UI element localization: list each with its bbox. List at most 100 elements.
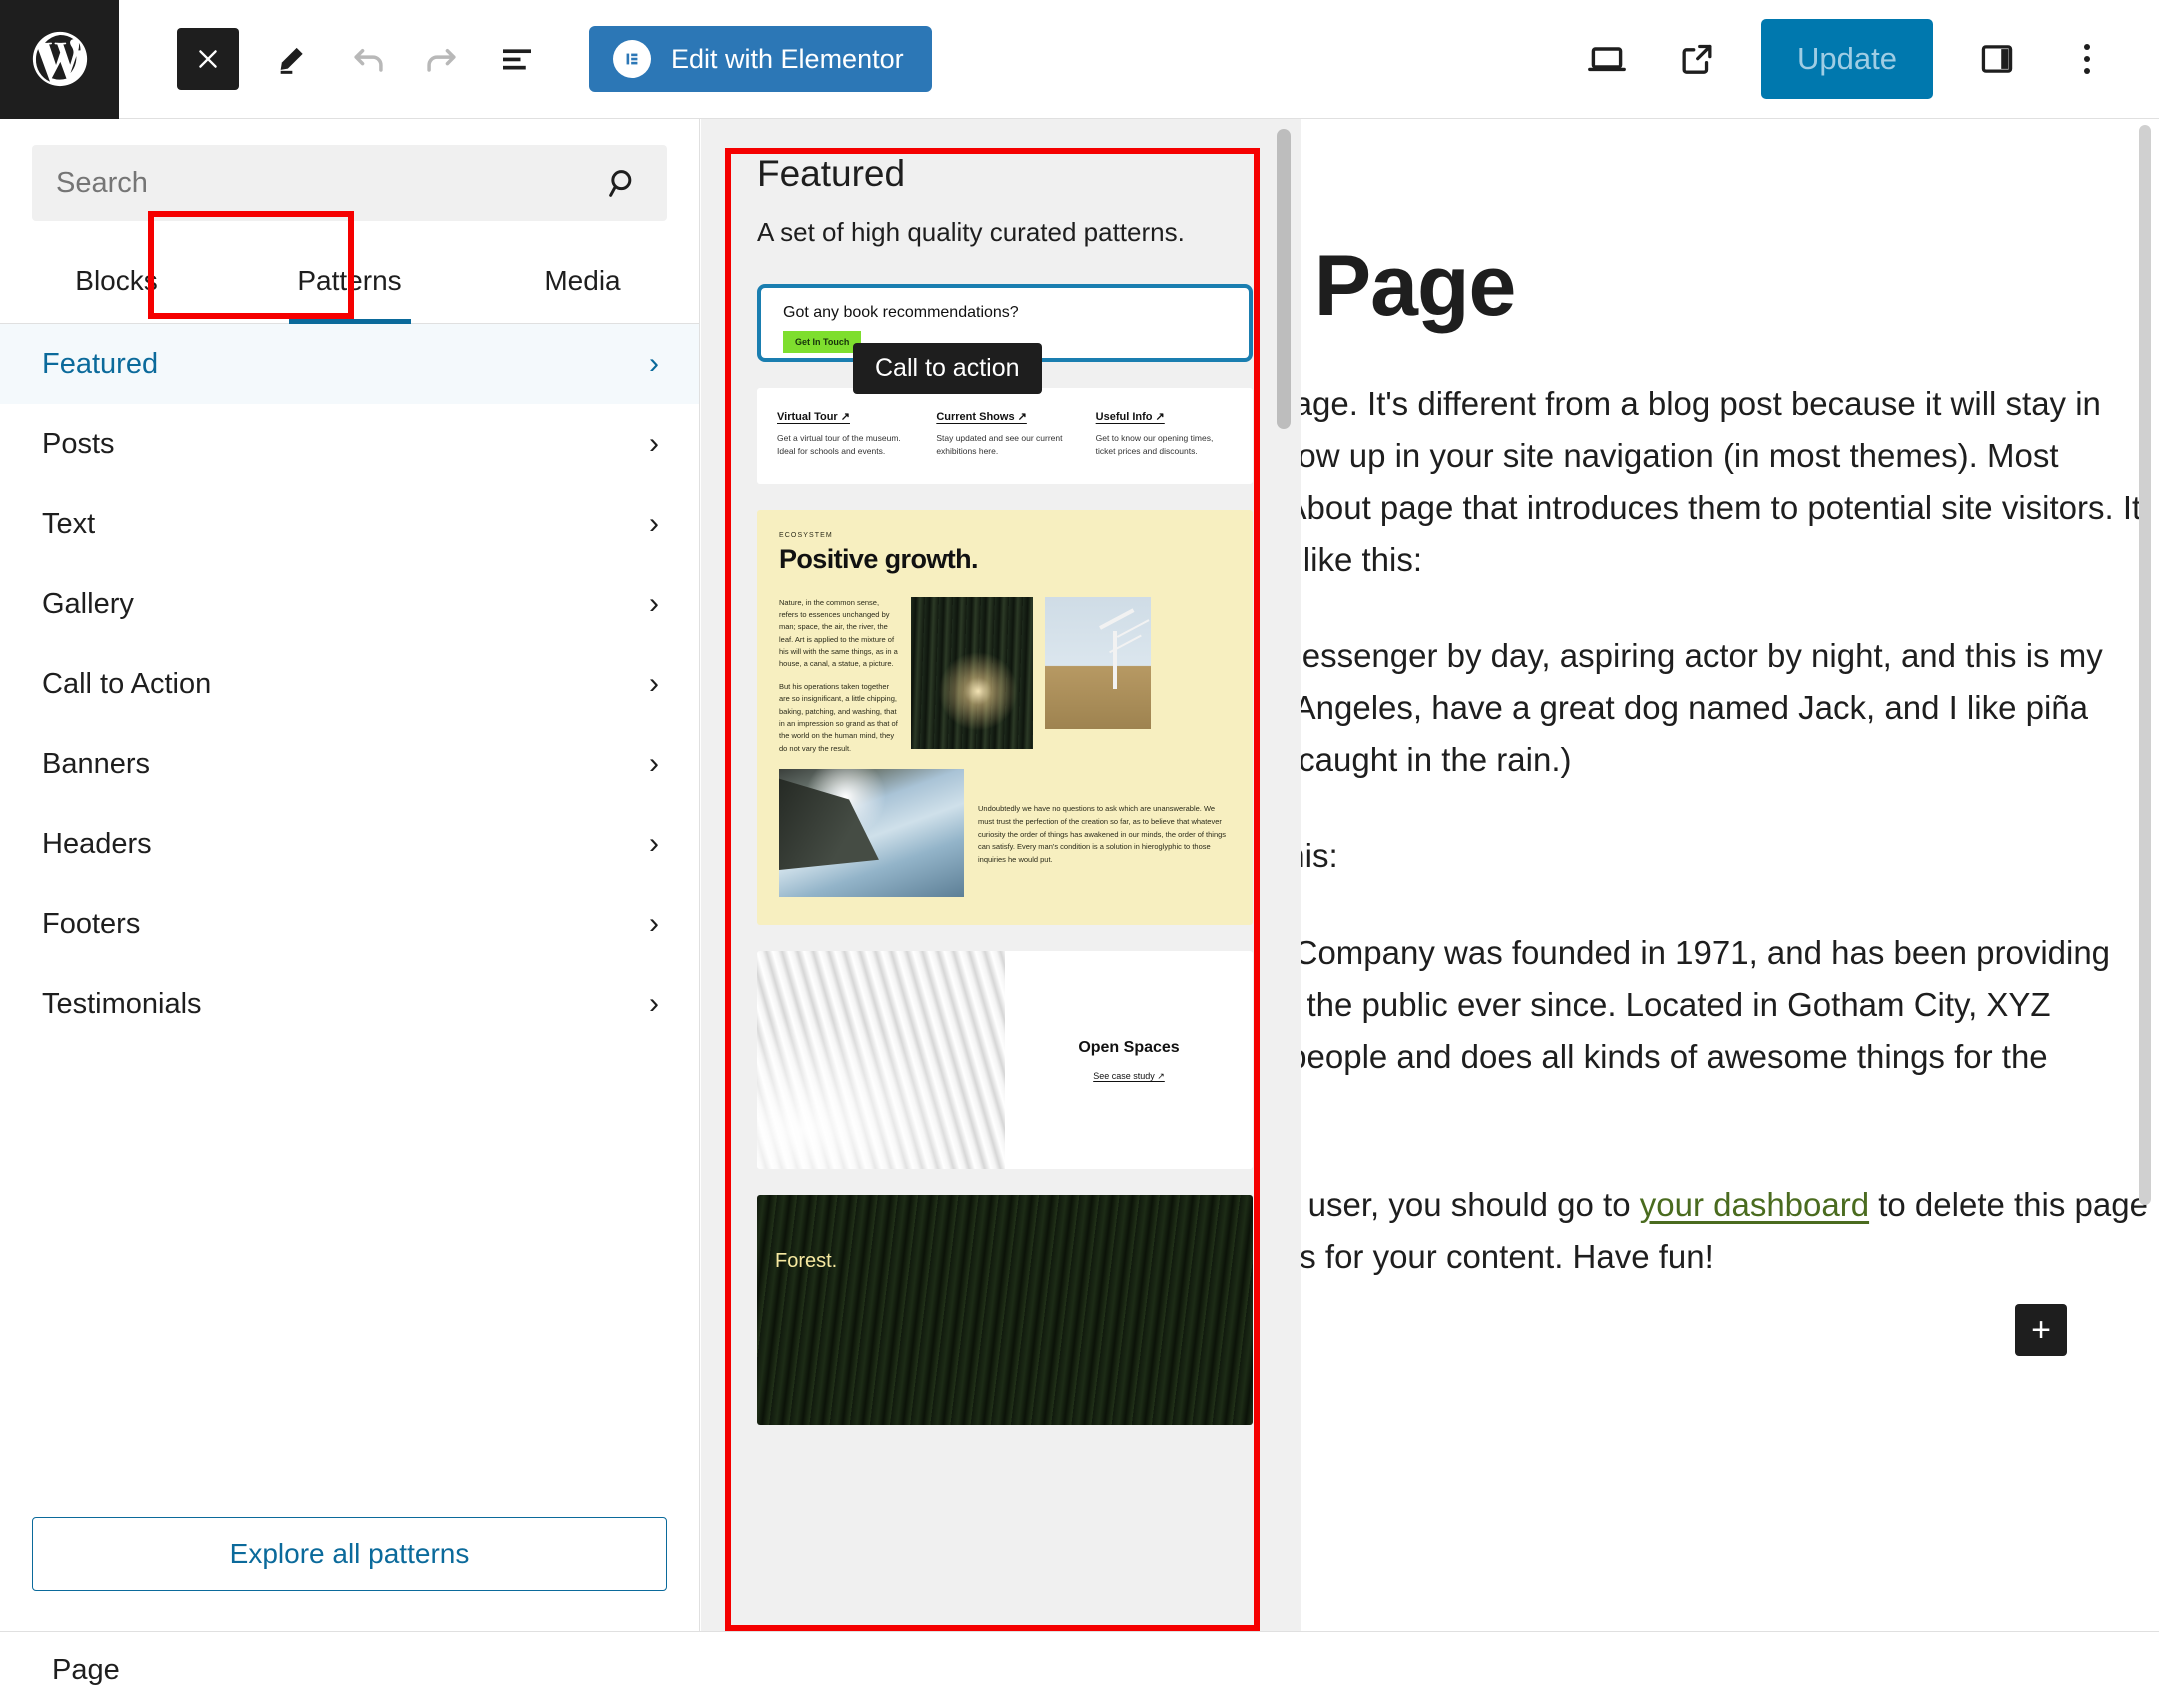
external-link-icon: [1682, 44, 1712, 74]
category-item-footers[interactable]: Footers ›: [0, 884, 699, 964]
growth-paragraph-1: Nature, in the common sense, refers to e…: [779, 597, 898, 669]
toolbar-right-group: Update: [1575, 19, 2159, 99]
category-item-testimonials[interactable]: Testimonials ›: [0, 964, 699, 1044]
redo-button[interactable]: [409, 27, 473, 91]
category-label: Gallery: [42, 587, 134, 620]
editor-root: Edit with Elementor Update Search Blocks…: [0, 0, 2159, 1708]
elementor-button-label: Edit with Elementor: [671, 43, 904, 74]
canvas-scrollbar-thumb[interactable]: [2139, 125, 2151, 1205]
category-item-featured[interactable]: Featured ›: [0, 324, 699, 404]
laptop-preview-icon: [1588, 47, 1626, 72]
explore-section: Explore all patterns: [0, 1487, 699, 1631]
canvas-paragraph[interactable]: The XYZ Doohickey Company was founded in…: [1301, 927, 2159, 1136]
pattern-card-open-spaces[interactable]: Open Spaces See case study ↗: [757, 951, 1253, 1170]
category-item-posts[interactable]: Posts ›: [0, 404, 699, 484]
pattern-category-description: A set of high quality curated patterns.: [757, 217, 1185, 247]
search-input[interactable]: [56, 166, 603, 200]
pattern-card-three-column-links[interactable]: Virtual Tour ↗ Get a virtual tour of the…: [757, 388, 1253, 484]
inserter-tabs: Blocks Patterns Media: [0, 211, 699, 324]
category-item-gallery[interactable]: Gallery ›: [0, 564, 699, 644]
link-column: Virtual Tour ↗ Get a virtual tour of the…: [777, 410, 914, 458]
chevron-right-icon: ›: [649, 827, 659, 860]
curved-architecture-image: [757, 951, 1005, 1170]
options-menu-button[interactable]: [2055, 27, 2119, 91]
category-item-call-to-action[interactable]: Call to Action ›: [0, 644, 699, 724]
pattern-card-positive-growth[interactable]: ECOSYSTEM Positive growth. Nature, in th…: [757, 509, 1253, 926]
canvas-paragraph-with-link[interactable]: As a new WordPress user, you should go t…: [1301, 1179, 2159, 1283]
explore-all-patterns-button[interactable]: Explore all patterns: [32, 1517, 667, 1591]
edit-with-elementor-button[interactable]: Edit with Elementor: [589, 26, 932, 92]
document-type-label[interactable]: Page: [52, 1654, 120, 1687]
growth-bottom-row: Undoubtedly we have no questions to ask …: [779, 769, 1231, 898]
growth-text-column: Nature, in the common sense, refers to e…: [779, 597, 899, 756]
canvas-paragraph[interactable]: This is an example page. It's different …: [1301, 378, 2159, 587]
category-label: Testimonials: [42, 987, 202, 1020]
add-block-button[interactable]: +: [2015, 1304, 2067, 1356]
pattern-category-list: Featured › Posts › Text › Gallery › Call…: [0, 324, 699, 1487]
category-item-text[interactable]: Text ›: [0, 484, 699, 564]
link-column: Current Shows ↗ Stay updated and see our…: [936, 410, 1073, 458]
elementor-logo-icon: [613, 40, 651, 78]
canvas-content: Sample Page This is an example page. It'…: [1301, 119, 2159, 1283]
category-label: Call to Action: [42, 667, 212, 700]
pencil-icon: [280, 47, 303, 74]
pattern-category-title: Featured: [757, 153, 906, 194]
pattern-panel-scrollbar-thumb[interactable]: [1277, 129, 1291, 429]
editor-canvas[interactable]: Sample Page This is an example page. It'…: [1301, 119, 2159, 1631]
undo-arrow-icon: [354, 49, 383, 72]
view-page-button[interactable]: [1665, 27, 1729, 91]
pattern-panel-scrollbar[interactable]: [1277, 129, 1291, 1621]
growth-eyebrow: ECOSYSTEM: [779, 531, 833, 539]
link-title[interactable]: Virtual Tour ↗: [777, 410, 914, 423]
tab-patterns[interactable]: Patterns: [233, 243, 466, 323]
category-label: Footers: [42, 907, 141, 940]
canvas-paragraph[interactable]: ...or something like this:: [1301, 830, 2159, 882]
list-view-button[interactable]: [485, 27, 549, 91]
redo-arrow-icon: [427, 49, 456, 72]
wordpress-logo-icon: [32, 31, 87, 87]
chevron-right-icon: ›: [649, 507, 659, 540]
category-label: Featured: [42, 347, 159, 380]
category-item-banners[interactable]: Banners ›: [0, 724, 699, 804]
editor-status-bar: Page: [0, 1631, 2159, 1708]
category-label: Banners: [42, 747, 151, 780]
canvas-paragraph[interactable]: Hi there! I'm a bike messenger by day, a…: [1301, 630, 2159, 786]
growth-title: Positive growth.: [779, 543, 979, 574]
close-icon: [199, 50, 217, 68]
cta-heading: Got any book recommendations?: [783, 304, 1019, 322]
canvas-scrollbar[interactable]: [2139, 125, 2151, 1623]
chevron-right-icon: ›: [649, 347, 659, 380]
link-title[interactable]: Current Shows ↗: [936, 410, 1073, 423]
chevron-right-icon: ›: [649, 987, 659, 1020]
tab-blocks[interactable]: Blocks: [0, 243, 233, 323]
settings-sidebar-toggle-button[interactable]: [1965, 27, 2029, 91]
close-inserter-button[interactable]: [177, 28, 239, 90]
edit-mode-button[interactable]: [261, 27, 325, 91]
dashboard-link[interactable]: your dashboard: [1640, 1186, 1869, 1223]
tab-media[interactable]: Media: [466, 243, 699, 323]
sidebar-toggle-icon: [1981, 45, 2013, 73]
undo-button[interactable]: [337, 27, 401, 91]
chevron-right-icon: ›: [649, 587, 659, 620]
block-inserter-panel: Blocks Patterns Media Featured › Posts ›…: [0, 119, 700, 1631]
open-spaces-text-side: Open Spaces See case study ↗: [1005, 951, 1253, 1170]
link-title[interactable]: Useful Info ↗: [1096, 410, 1233, 423]
forest-label: Forest.: [775, 1250, 838, 1273]
category-label: Posts: [42, 427, 115, 460]
update-button[interactable]: Update: [1761, 19, 1933, 99]
get-in-touch-button[interactable]: Get In Touch: [783, 331, 862, 354]
link-body: Stay updated and see our current exhibit…: [936, 433, 1063, 456]
wordpress-logo-button[interactable]: [0, 0, 119, 119]
link-body: Get a virtual tour of the museum. Ideal …: [777, 433, 901, 456]
see-case-study-link[interactable]: See case study ↗: [1093, 1071, 1165, 1082]
search-box[interactable]: [32, 145, 667, 221]
editor-toolbar: Edit with Elementor Update: [0, 0, 2159, 119]
chevron-right-icon: ›: [649, 667, 659, 700]
three-dots-vertical-icon: [2084, 44, 2090, 74]
pattern-card-forest[interactable]: Forest.: [757, 1195, 1253, 1426]
list-view-icon: [503, 49, 531, 70]
device-preview-button[interactable]: [1575, 27, 1639, 91]
search-icon: [609, 170, 632, 197]
category-item-headers[interactable]: Headers ›: [0, 804, 699, 884]
page-title[interactable]: Sample Page: [1301, 239, 2159, 334]
